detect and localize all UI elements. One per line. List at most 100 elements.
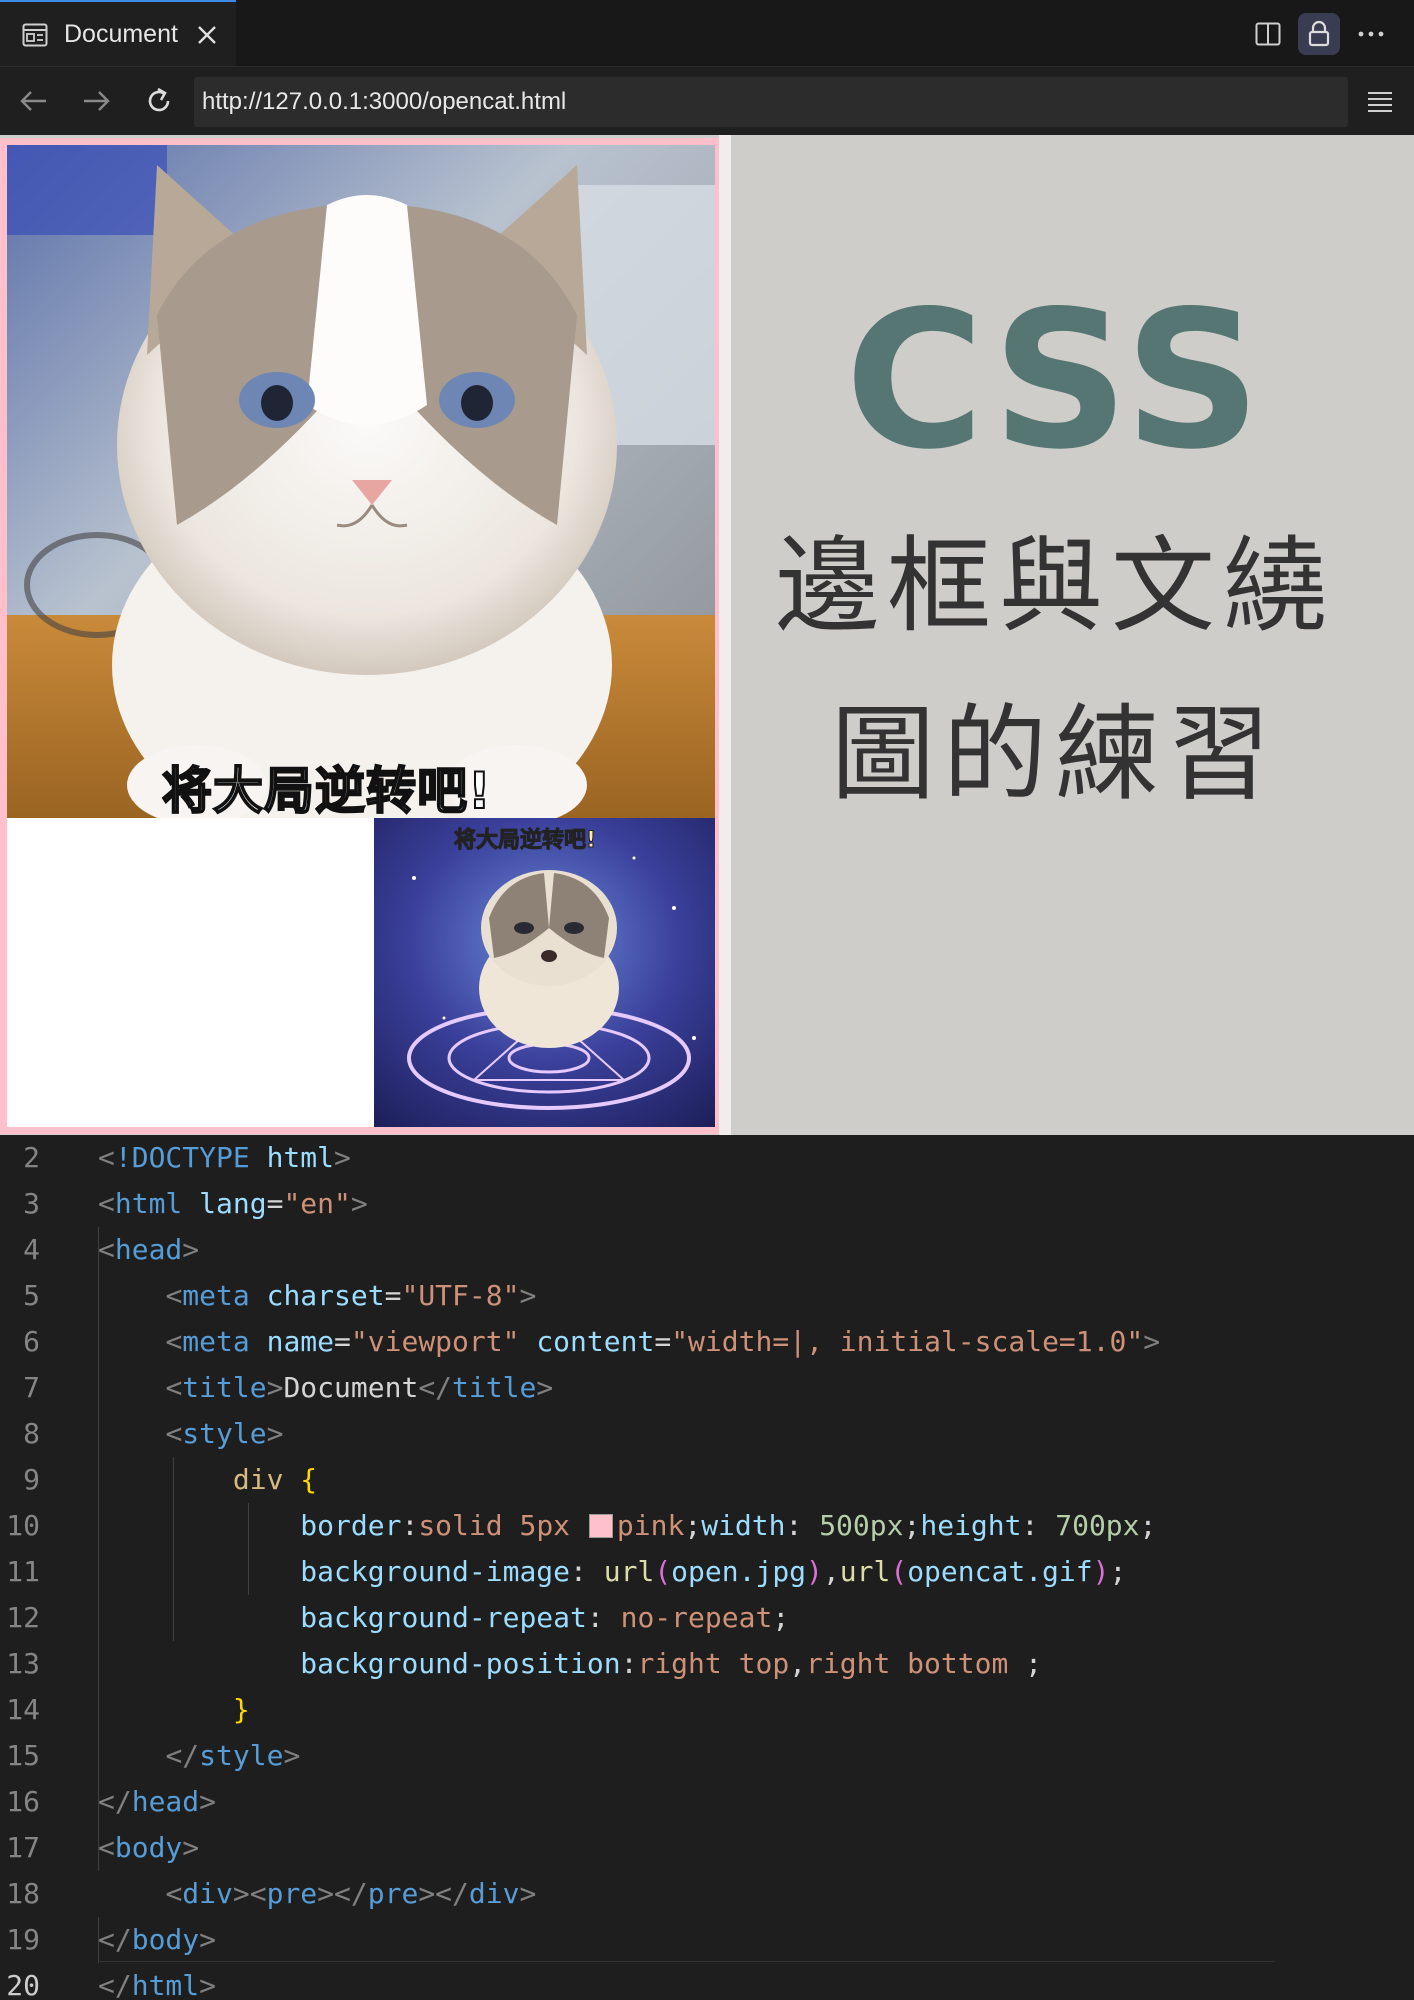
code-token: pre <box>266 1877 318 1910</box>
code-token: } <box>232 1693 250 1726</box>
code-line: 9 div { <box>0 1457 1414 1503</box>
code-token: content <box>536 1325 655 1358</box>
code-token: border <box>300 1509 402 1542</box>
color-swatch[interactable] <box>588 1514 613 1538</box>
code-token: { <box>300 1463 318 1496</box>
code-line: 17 <body> <box>0 1825 1414 1871</box>
photo-caption: 将大局逆转吧! <box>161 761 492 818</box>
code-token: right top <box>637 1647 790 1680</box>
code-token: style <box>199 1739 284 1772</box>
code-token: charset <box>266 1279 385 1312</box>
heading-css: CSS <box>844 270 1266 491</box>
code-token: body <box>131 1923 200 1956</box>
code-line: 5 <meta charset="UTF-8"> <box>0 1273 1414 1319</box>
subtitle-line-2: 圖的練習 <box>830 693 1279 815</box>
tab-title: Document <box>64 20 178 48</box>
line-number: 7 <box>23 1371 40 1404</box>
line-number: 15 <box>6 1739 40 1772</box>
code-token: pink <box>616 1509 685 1542</box>
code-line: 13 background-position:right top,right b… <box>0 1641 1414 1687</box>
code-token: background-position <box>300 1647 621 1680</box>
code-line: 8 <style> <box>0 1411 1414 1457</box>
code-token: pre <box>367 1877 419 1910</box>
subtitle-line-1: 邊框與文繞 <box>774 525 1335 647</box>
code-token: meta <box>182 1325 250 1358</box>
code-token: "viewport" <box>350 1325 520 1358</box>
code-line: 3 <html lang="en"> <box>0 1181 1414 1227</box>
line-number: 14 <box>6 1693 40 1726</box>
page-viewport: 将大局逆转吧! 将大局逆转吧! CSS 邊框與文繞 圖的練習 <box>0 135 1414 1135</box>
code-line: 20 </html> <box>0 1963 1414 2000</box>
code-token: div <box>182 1877 233 1910</box>
code-line: 12 background-repeat: no-repeat; <box>0 1595 1414 1641</box>
line-number: 8 <box>23 1417 40 1450</box>
code-token: background-repeat <box>300 1601 587 1634</box>
line-number: 16 <box>6 1785 40 1818</box>
code-line: 18 <div><pre></pre></div> <box>0 1871 1414 1917</box>
code-token: 700px <box>1055 1509 1140 1542</box>
code-line: 4 <head> <box>0 1227 1414 1273</box>
line-number: 20 <box>6 1969 40 2000</box>
address-toolbar: http://127.0.0.1:3000/opencat.html <box>0 67 1414 135</box>
lock-icon <box>1308 20 1330 47</box>
code-token: "width=|, initial-scale=1.0" <box>671 1325 1144 1358</box>
tab-document[interactable]: Document <box>0 0 236 66</box>
code-line: 14 } <box>0 1687 1414 1733</box>
code-token: !DOCTYPE <box>114 1141 250 1174</box>
code-token: url <box>603 1555 655 1588</box>
line-number: 19 <box>6 1923 40 1956</box>
title-block: CSS 邊框與文繞 圖的練習 <box>730 135 1414 1135</box>
line-number: 6 <box>23 1325 40 1358</box>
document-icon <box>22 23 48 47</box>
lock-button[interactable] <box>1298 13 1340 55</box>
code-token: meta <box>182 1279 250 1312</box>
split-editor-icon[interactable] <box>1255 22 1281 46</box>
forward-arrow-icon[interactable] <box>78 83 114 119</box>
code-token: open.jpg <box>671 1555 807 1588</box>
code-line: 2 <!DOCTYPE html> <box>0 1135 1414 1181</box>
gif-caption: 将大局逆转吧! <box>453 828 597 854</box>
close-icon[interactable] <box>196 24 218 46</box>
line-number: 17 <box>6 1831 40 1864</box>
line-number: 13 <box>6 1647 40 1680</box>
code-token: solid 5px <box>418 1509 571 1542</box>
line-number: 9 <box>23 1463 40 1496</box>
code-token: style <box>182 1417 267 1450</box>
url-input[interactable]: http://127.0.0.1:3000/opencat.html <box>194 77 1348 127</box>
code-token: height <box>920 1509 1022 1542</box>
code-token: "en" <box>283 1187 351 1220</box>
code-token: width <box>701 1509 786 1542</box>
line-number: 2 <box>23 1141 40 1174</box>
line-number: 3 <box>23 1187 40 1220</box>
code-token: url <box>839 1555 891 1588</box>
code-token: div <box>468 1877 520 1910</box>
code-editor[interactable]: 2 <!DOCTYPE html> 3 <html lang="en"> 4 <… <box>0 1135 1414 2000</box>
code-token: opencat.gif <box>907 1555 1093 1588</box>
cat-photo: 将大局逆转吧! <box>7 145 715 818</box>
code-token: head <box>114 1233 183 1266</box>
tab-bar: Document <box>0 0 1414 67</box>
line-number: 11 <box>6 1555 40 1588</box>
code-line: 7 <title>Document</title> <box>0 1365 1414 1411</box>
line-number: 12 <box>6 1601 40 1634</box>
code-token: html <box>266 1141 335 1174</box>
code-token: 500px <box>819 1509 904 1542</box>
code-token: name <box>266 1325 335 1358</box>
line-number: 4 <box>23 1233 40 1266</box>
code-token: no-repeat <box>620 1601 773 1634</box>
code-token: title <box>182 1371 267 1404</box>
line-number: 10 <box>6 1509 40 1542</box>
code-line: 11 background-image: url(open.jpg),url(o… <box>0 1549 1414 1595</box>
reload-icon[interactable] <box>141 83 177 119</box>
back-arrow-icon[interactable] <box>16 83 52 119</box>
code-line: 16 </head> <box>0 1779 1414 1825</box>
code-token: head <box>131 1785 200 1818</box>
code-token: right bottom <box>806 1647 1009 1680</box>
cat-gif: 将大局逆转吧! <box>374 818 715 1127</box>
code-line: 10 border:solid 5px pink;width: 500px;he… <box>0 1503 1414 1549</box>
code-line: 15 </style> <box>0 1733 1414 1779</box>
line-number: 5 <box>23 1279 40 1312</box>
menu-icon[interactable] <box>1366 89 1394 115</box>
more-icon[interactable] <box>1356 24 1386 44</box>
current-line-highlight <box>98 1961 1274 1962</box>
